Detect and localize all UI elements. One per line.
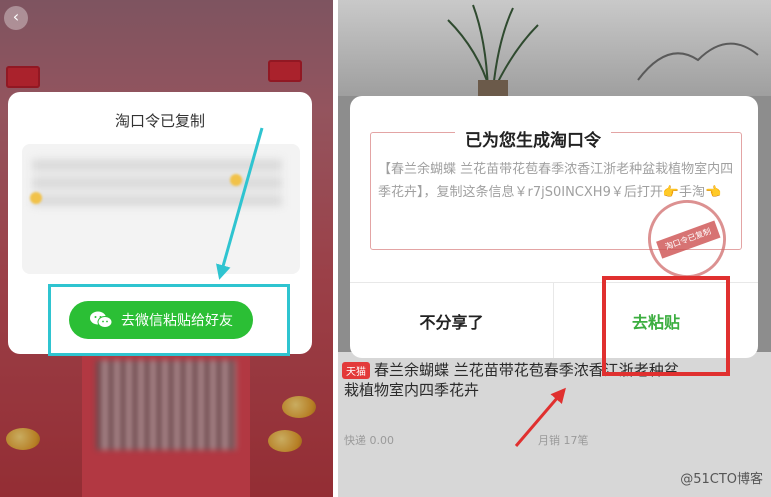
product-image bbox=[338, 0, 771, 96]
generate-token-dialog: 已为您生成淘口令 【春兰余蝴蝶 兰花苗带花苞春季浓香江浙老种盆栽植物室内四季花卉… bbox=[350, 96, 758, 358]
emoji-icon bbox=[30, 192, 42, 204]
paste-to-wechat-label: 去微信粘贴给好友 bbox=[121, 313, 233, 329]
product-title: 春兰余蝴蝶 兰花苗带花苞春季浓香江浙老种盆栽植物室内四季花卉 bbox=[344, 361, 679, 399]
right-screenshot: 天猫 春兰余蝴蝶 兰花苗带花苞春季浓香江浙老种盆栽植物室内四季花卉 快递 0.0… bbox=[338, 0, 771, 497]
dialog-title: 淘口令已复制 bbox=[114, 112, 205, 130]
plant-illustration bbox=[447, 4, 759, 96]
stamp-label: 淘口令已复制 bbox=[656, 220, 721, 259]
dialog-title: 已为您生成淘口令 bbox=[455, 126, 611, 151]
token-text[interactable]: 【春兰余蝴蝶 兰花苗带花苞春季浓香江浙老种盆栽植物室内四季花卉】，复制这条信息￥… bbox=[378, 158, 738, 204]
shipping-fee: 快递 0.00 bbox=[344, 434, 394, 447]
emoji-icon bbox=[230, 174, 242, 186]
copied-token-preview bbox=[22, 144, 300, 274]
blurred-token-text bbox=[32, 158, 282, 206]
no-share-button[interactable]: 不分享了 bbox=[350, 283, 554, 358]
highlight-frame: 去微信粘贴给好友 bbox=[48, 284, 290, 356]
wechat-icon bbox=[90, 311, 113, 328]
go-paste-button[interactable]: 去粘贴 bbox=[554, 283, 758, 358]
monthly-sales: 月销 17笔 bbox=[538, 434, 589, 447]
watermark: @51CTO博客 bbox=[680, 472, 763, 487]
left-screenshot: ‹ 淘口令已复制 去微信粘贴给好友 bbox=[0, 0, 333, 497]
back-button[interactable]: ‹ bbox=[4, 6, 28, 30]
dialog-actions: 不分享了 去粘贴 bbox=[350, 282, 758, 358]
paste-to-wechat-button[interactable]: 去微信粘贴给好友 bbox=[69, 301, 253, 339]
